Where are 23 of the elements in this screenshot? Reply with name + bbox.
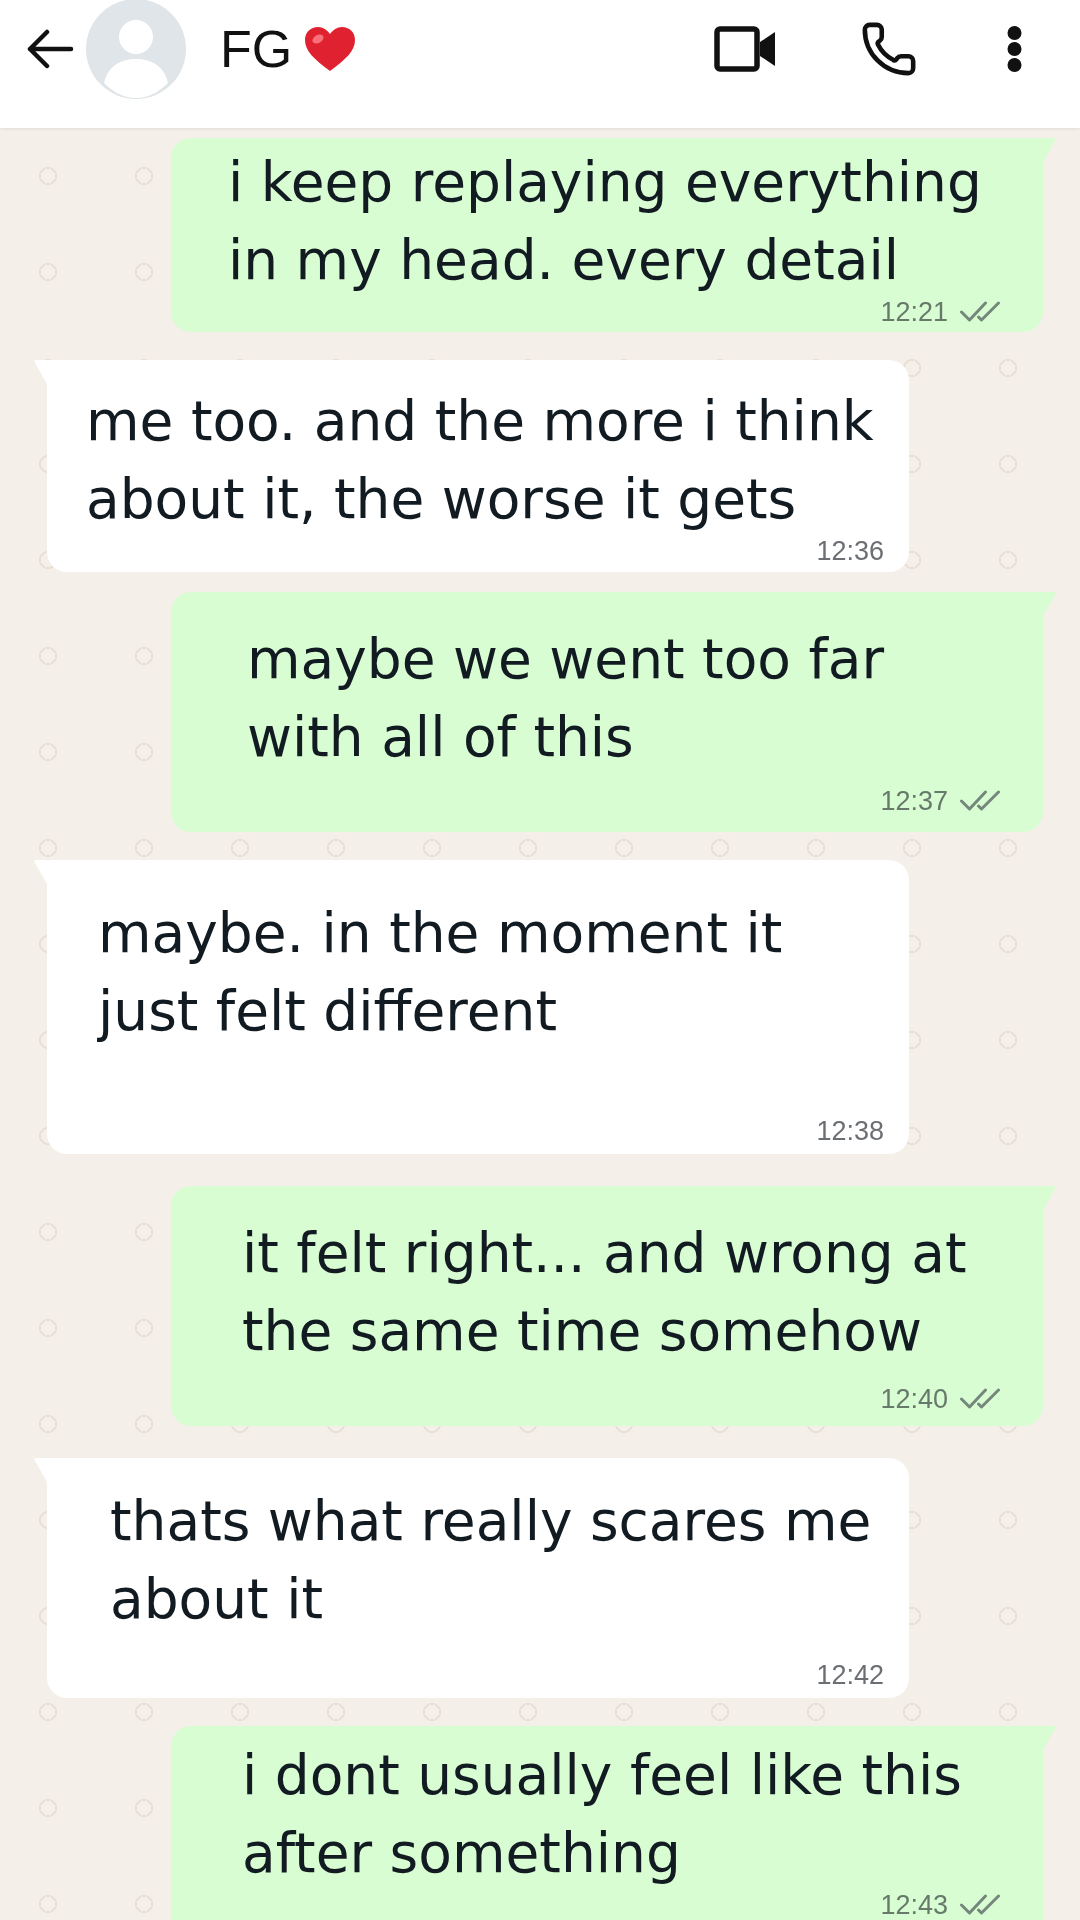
message-time: 12:40 — [880, 1386, 948, 1412]
message-text: i dont usually feel like this after something — [242, 1742, 963, 1887]
video-camera-icon — [714, 26, 776, 72]
more-options-icon — [1006, 25, 1023, 73]
message-text: thats what really scares me about it — [110, 1488, 873, 1633]
contact-name: FG — [220, 19, 293, 79]
phone-icon — [860, 20, 918, 78]
message-text: maybe we went too far with all of this — [247, 626, 886, 771]
message-text: it felt right... and wrong at the same time somehow — [242, 1220, 968, 1365]
back-arrow-icon — [26, 29, 74, 69]
message-text: i keep replaying everything in my head. every detail — [228, 149, 983, 294]
video-call-button[interactable] — [714, 26, 776, 72]
message-time: 12:36 — [816, 538, 884, 564]
message-time: 12:38 — [816, 1118, 884, 1144]
menu-button[interactable] — [1006, 25, 1023, 73]
message-time: 12:37 — [880, 788, 948, 814]
message-time: 12:21 — [880, 299, 948, 325]
message-text: maybe. in the moment it just felt different — [98, 900, 784, 1045]
voice-call-button[interactable] — [860, 20, 918, 78]
message-time: 12:42 — [816, 1662, 884, 1688]
message-time: 12:43 — [880, 1892, 948, 1918]
message-text: me too. and the more i think about it, the worse it gets — [86, 388, 875, 533]
heart-icon — [304, 26, 357, 72]
